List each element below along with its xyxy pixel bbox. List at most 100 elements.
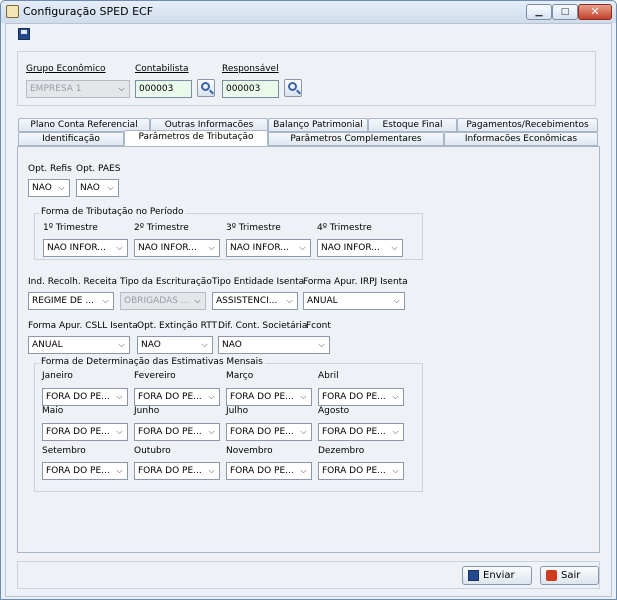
sair-button[interactable]: Sair [540, 566, 599, 585]
opt-refis-select[interactable]: NAO ⌵ [28, 179, 70, 197]
mes-label: Março [226, 371, 254, 381]
tab-estoque-final[interactable]: Estoque Final [368, 118, 457, 132]
save-icon [468, 570, 479, 581]
mes-label: Novembro [226, 446, 273, 456]
mes-label: Dezembro [318, 446, 365, 456]
chevron-down-icon: ⌵ [391, 243, 398, 252]
titlebar: Configuração SPED ECF ▁ □ ✕ [1, 1, 616, 23]
forma-csll-select[interactable]: ANUAL ⌵ [28, 336, 130, 354]
chevron-down-icon: ⌵ [58, 183, 65, 192]
chevron-down-icon: ⌵ [201, 340, 208, 349]
mes-label: Agosto [318, 406, 350, 416]
trimestre-3-select[interactable]: NAO INFOR... ⌵ [226, 239, 311, 257]
mes-label: Junho [134, 406, 160, 416]
mes-select[interactable]: FORA DO PE... ⌵ [318, 388, 404, 406]
enviar-button[interactable]: Enviar [462, 566, 532, 585]
mes-label: Outubro [134, 446, 171, 456]
chevron-down-icon: ⌵ [300, 466, 307, 475]
chevron-down-icon: ⌵ [107, 183, 114, 192]
opt-paes-label: Opt. PAES [76, 164, 121, 174]
chevron-down-icon: ⌵ [208, 392, 215, 401]
contabilista-search-button[interactable] [197, 79, 215, 97]
chevron-down-icon: ⌵ [392, 466, 399, 475]
mes-select[interactable]: FORA DO PE... ⌵ [134, 462, 220, 480]
responsavel-label: Responsável [222, 64, 279, 74]
mes-label: Setembro [42, 446, 86, 456]
minimize-button[interactable]: ▁ [526, 4, 552, 20]
chevron-down-icon: ⌵ [392, 392, 399, 401]
mes-select[interactable]: FORA DO PE... ⌵ [226, 462, 312, 480]
trimestre-1-select[interactable]: NAO INFOR... ⌵ [43, 239, 128, 257]
tab-balanco-patrimonial[interactable]: Balanço Patrimonial [268, 118, 368, 132]
tab-identificacao[interactable]: Identificação [18, 132, 124, 146]
chevron-down-icon: ⌵ [392, 427, 399, 436]
trimestre-2-label: 2º Trimestre [134, 223, 189, 233]
mes-select-value: FORA DO PE... [230, 392, 294, 402]
mes-select-value: FORA DO PE... [138, 392, 202, 402]
contabilista-label: Contabilista [135, 64, 189, 74]
chevron-down-icon: ⌵ [116, 466, 123, 475]
mes-select-value: FORA DO PE... [138, 466, 202, 476]
maximize-button[interactable]: □ [552, 4, 578, 20]
mes-select-value: FORA DO PE... [322, 427, 386, 437]
tab-parametros-tributacao[interactable]: Parâmetros de Tributação [124, 130, 268, 146]
trimestre-4-select[interactable]: NAO INFOR... ⌵ [317, 239, 403, 257]
trimestre-3-label: 3º Trimestre [226, 223, 281, 233]
mes-select[interactable]: FORA DO PE... ⌵ [226, 423, 312, 441]
chevron-down-icon: ⌵ [208, 243, 215, 252]
ind-recolh-select[interactable]: REGIME DE ... ⌵ [28, 292, 114, 310]
mes-select-value: FORA DO PE... [46, 427, 110, 437]
trimestre-4-label: 4º Trimestre [317, 223, 372, 233]
chevron-down-icon: ⌵ [118, 340, 125, 349]
window-title: Configuração SPED ECF [23, 5, 154, 18]
mes-label: Fevereiro [134, 371, 176, 381]
mes-label: Abril [318, 371, 339, 381]
mes-select[interactable]: FORA DO PE... ⌵ [42, 388, 128, 406]
responsavel-field[interactable]: 000003 [222, 80, 279, 98]
forma-csll-label: Forma Apur. CSLL Isenta [28, 321, 138, 331]
mes-select-value: FORA DO PE... [46, 466, 110, 476]
tab-informacoes-economicas[interactable]: Informacões Econômicas [444, 132, 598, 146]
enviar-label: Enviar [483, 570, 515, 581]
mes-select-value: FORA DO PE... [230, 427, 294, 437]
tipo-entidade-select[interactable]: ASSISTENCI... ⌵ [212, 292, 298, 310]
dif-cont-label: Dif. Cont. Societária [218, 321, 308, 331]
mes-select[interactable]: FORA DO PE... ⌵ [42, 462, 128, 480]
chevron-down-icon: ⌵ [102, 296, 109, 305]
mes-select[interactable]: FORA DO PE... ⌵ [42, 423, 128, 441]
chevron-down-icon: ⌵ [318, 340, 325, 349]
contabilista-field[interactable]: 000003 [135, 80, 192, 98]
tab-pagamentos-recebimentos[interactable]: Pagamentos/Recebimentos [457, 118, 598, 132]
dif-cont-select[interactable]: NAO ⌵ [218, 336, 330, 354]
mes-select[interactable]: FORA DO PE... ⌵ [318, 423, 404, 441]
mes-label: Maio [42, 406, 64, 416]
chevron-down-icon: ⌵ [300, 427, 307, 436]
chevron-down-icon: ⌵ [116, 392, 123, 401]
window: Configuração SPED ECF ▁ □ ✕ Grupo Econôm… [0, 0, 617, 600]
save-icon[interactable] [18, 28, 30, 40]
mes-label: Julho [226, 406, 249, 416]
tab-parametros-complementares[interactable]: Parâmetros Complementares [268, 132, 444, 146]
mes-select-value: FORA DO PE... [46, 392, 110, 402]
fcont-label: Fcont [306, 321, 331, 331]
forma-irpj-select[interactable]: ANUAL ⌵ [303, 292, 405, 310]
trimestre-1-label: 1º Trimestre [43, 223, 98, 233]
mes-select[interactable]: FORA DO PE... ⌵ [226, 388, 312, 406]
mes-select[interactable]: FORA DO PE... ⌵ [134, 423, 220, 441]
mes-select[interactable]: FORA DO PE... ⌵ [134, 388, 220, 406]
sair-label: Sair [561, 570, 581, 581]
tipo-escrituracao-select: OBRIGADAS ... ⌵ [120, 292, 206, 310]
trimestre-2-select[interactable]: NAO INFOR... ⌵ [134, 239, 220, 257]
chevron-down-icon: ⌵ [116, 243, 123, 252]
opt-rtt-select[interactable]: NAO ⌵ [137, 336, 213, 354]
chevron-down-icon: ⌵ [116, 427, 123, 436]
forma-irpj-label: Forma Apur. IRPJ Isenta [303, 277, 408, 287]
responsavel-search-button[interactable] [284, 79, 302, 97]
mes-label: Janeiro [42, 371, 73, 381]
tipo-entidade-label: Tipo Entidade Isenta [212, 277, 305, 287]
chevron-down-icon: ⌵ [118, 84, 125, 93]
close-button[interactable]: ✕ [578, 4, 612, 20]
opt-paes-select[interactable]: NAO ⌵ [76, 179, 119, 197]
mes-select[interactable]: FORA DO PE... ⌵ [318, 462, 404, 480]
mes-select-value: FORA DO PE... [138, 427, 202, 437]
